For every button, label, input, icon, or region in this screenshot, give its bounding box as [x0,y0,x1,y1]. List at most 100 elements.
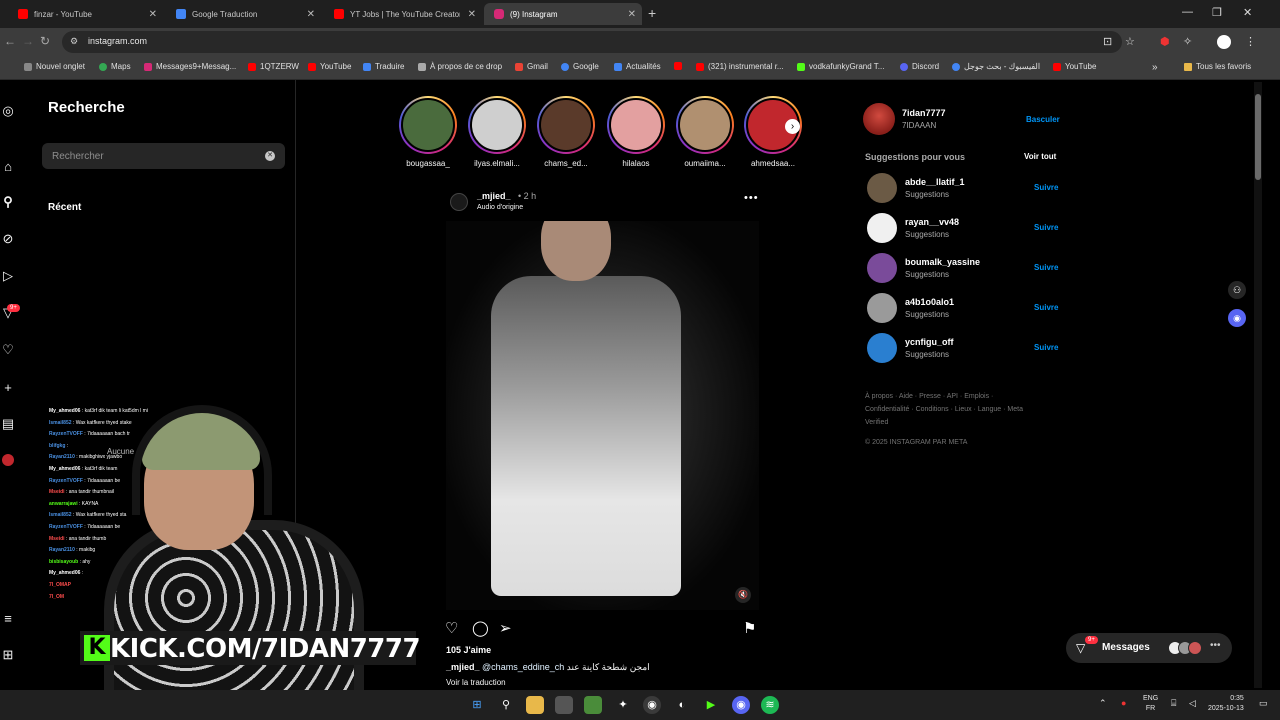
tab-google-traduction[interactable]: Google Traduction ✕ [166,3,321,25]
url-text[interactable]: instagram.com [88,36,147,46]
suggestion-username[interactable]: boumalk_yassine [905,257,980,267]
omnibox[interactable]: ⚙ instagram.com [62,31,1122,53]
suggestion-avatar[interactable] [867,173,897,203]
notifications-icon[interactable]: ▭ [1259,698,1268,709]
minimize-icon[interactable]: — [1182,6,1193,18]
close-icon[interactable]: ✕ [307,9,315,20]
suggestion-username[interactable]: rayan__vv48 [905,217,959,227]
menu-icon[interactable]: ≡ [0,610,16,626]
likes-count[interactable]: 105 J'aime [446,645,491,655]
story-item[interactable]: oumaiima... [670,96,740,168]
current-user-username[interactable]: 7idan7777 [902,108,946,118]
story-item[interactable]: hilalaos [601,96,671,168]
see-translation-link[interactable]: Voir la traduction [446,678,506,687]
share-icon[interactable]: ➢ [499,619,512,637]
reels-icon[interactable]: ▷ [0,268,16,284]
see-all-button[interactable]: Voir tout [1024,152,1056,161]
all-bookmarks[interactable]: Tous les favoris [1184,62,1251,71]
extensions-puzzle-icon[interactable]: ✧ [1183,35,1192,48]
bookmark-item[interactable]: Nouvel onglet [24,62,85,71]
create-icon[interactable]: + [0,379,16,395]
suggestion-avatar[interactable] [867,333,897,363]
spotify-icon[interactable]: ≋ [761,696,779,714]
suggestion-username[interactable]: abde__llatif_1 [905,177,965,187]
post-video[interactable]: 🔇 [446,221,759,610]
volume-icon[interactable]: ◁ [1189,698,1196,709]
window-close-icon[interactable]: ✕ [1243,6,1252,19]
profile-avatar-icon[interactable] [1217,35,1231,49]
network-icon[interactable]: ⌸ [1171,698,1176,709]
system-clock[interactable]: 0:35 2025-10-13 [1208,694,1244,714]
bookmark-item[interactable]: Google [561,62,599,71]
home-icon[interactable]: ⌂ [0,158,16,174]
more-apps-icon[interactable]: ⊞ [0,647,16,663]
like-heart-icon[interactable]: ♡ [445,619,458,637]
language-indicator[interactable]: ENG FR [1143,694,1158,714]
bookmark-item[interactable]: Messages9+Messag... [144,62,236,71]
footer-links[interactable]: À propos · Aide · Presse · API · Emplois… [865,390,1035,429]
tab-instagram[interactable]: (9) Instagram ✕ [484,3,642,25]
maximize-icon[interactable]: ❐ [1212,6,1222,19]
store-icon[interactable] [555,696,573,714]
reload-icon[interactable]: ↻ [40,34,50,48]
post-author-username[interactable]: _mjied_ [477,191,511,201]
profile-avatar[interactable] [2,454,14,466]
mic-icon[interactable]: ● [1121,698,1126,708]
current-user-avatar[interactable] [863,103,895,135]
bookmark-item[interactable]: Actualités [614,62,661,71]
bookmark-item[interactable]: 1QTZERW [248,62,299,71]
chrome-icon[interactable]: ◉ [643,696,661,714]
bookmark-item[interactable]: YouTube [308,62,351,71]
bookmark-item[interactable]: Gmail [515,62,548,71]
install-app-icon[interactable]: ⊡ [1103,35,1112,48]
forward-icon[interactable]: → [22,34,34,48]
heart-icon[interactable]: ♡ [0,342,16,358]
discord-float-icon[interactable]: ◉ [1228,309,1246,327]
tab-yt-jobs[interactable]: YT Jobs | The YouTube Creators ✕ [324,3,482,25]
bookmark-item[interactable]: vodkafunkyGrand T... [797,62,884,71]
obs-icon[interactable]: ◐ [673,696,691,714]
story-item[interactable]: bougassaa_ [393,96,463,168]
story-item[interactable]: ilyas.elmali... [462,96,532,168]
comment-icon[interactable]: ◯ [472,619,489,637]
kick-app-icon[interactable]: ▶ [702,696,720,714]
capcut-icon[interactable]: ✦ [614,696,632,714]
bookmark-item[interactable]: Discord [900,62,939,71]
instagram-logo-icon[interactable]: ◎ [0,103,16,119]
post-author-avatar[interactable] [450,193,468,211]
follow-button[interactable]: Suivre [1034,343,1058,352]
page-scrollbar-thumb[interactable] [1255,94,1261,180]
search-icon[interactable]: ⚲ [0,194,16,210]
app-icon[interactable] [584,696,602,714]
file-explorer-icon[interactable] [526,696,544,714]
windows-start-icon[interactable]: ⊞ [468,696,486,714]
bookmark-item[interactable]: Maps [99,62,131,71]
mute-icon[interactable]: 🔇 [735,587,751,603]
bookmark-item[interactable]: Traduire [363,62,405,71]
search-input[interactable] [42,143,285,169]
bookmark-star-icon[interactable]: ☆ [1125,35,1135,48]
bookmark-item[interactable]: À propos de ce drop [418,62,502,71]
close-icon[interactable]: ✕ [628,9,636,20]
post-audio-link[interactable]: Audio d'origine [477,204,523,211]
explore-icon[interactable]: ⊘ [0,231,16,247]
new-tab-icon[interactable]: + [648,5,656,21]
messages-button[interactable]: ▽ 9+ Messages ••• [1066,633,1232,663]
follow-button[interactable]: Suivre [1034,223,1058,232]
caption-mention[interactable]: @chams_eddine_ch [482,662,564,672]
clear-search-icon[interactable]: ✕ [265,151,275,161]
follow-button[interactable]: Suivre [1034,263,1058,272]
tray-chevron-icon[interactable]: ⌃ [1099,698,1107,709]
bookmark-item[interactable]: YouTube [1053,62,1096,71]
extension-float-icon[interactable]: ⚇ [1228,281,1246,299]
save-bookmark-icon[interactable]: ⚑ [743,619,756,637]
suggestion-avatar[interactable] [867,213,897,243]
switch-account-button[interactable]: Basculer [1026,115,1060,124]
tab-youtube-finzar[interactable]: finzar - YouTube ✕ [8,3,163,25]
dashboard-icon[interactable]: ▤ [0,416,16,432]
suggestion-username[interactable]: ycnfigu_off [905,337,954,347]
suggestion-avatar[interactable] [867,253,897,283]
discord-icon[interactable]: ◉ [732,696,750,714]
story-item[interactable]: chams_ed... [531,96,601,168]
suggestion-avatar[interactable] [867,293,897,323]
